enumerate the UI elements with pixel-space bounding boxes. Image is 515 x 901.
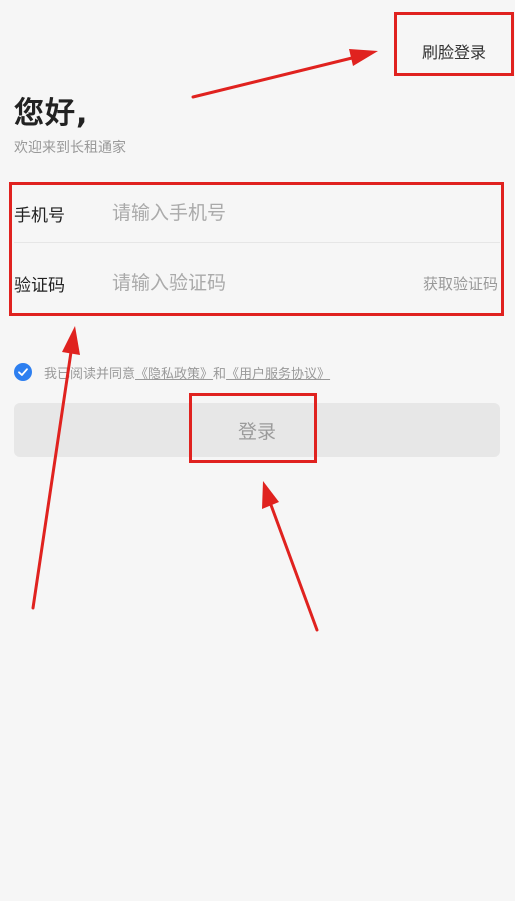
- get-code-button[interactable]: 获取验证码: [423, 273, 498, 294]
- arrow-to-login: [262, 481, 319, 632]
- arrow-to-face-login: [191, 49, 378, 99]
- login-screen: 刷脸登录 您好, 欢迎来到长租通家 手机号 验证码 获取验证码 我已阅读并同意 …: [0, 0, 515, 901]
- checkmark-icon: [18, 368, 28, 376]
- phone-row: 手机号: [14, 186, 500, 243]
- agreement-row: 我已阅读并同意 《隐私政策》 和 《用户服务协议》: [14, 362, 330, 382]
- agreement-checkbox[interactable]: [14, 363, 32, 381]
- code-label: 验证码: [14, 276, 65, 296]
- login-button[interactable]: 登录: [14, 403, 500, 457]
- service-agreement-link[interactable]: 《用户服务协议》: [226, 363, 330, 382]
- privacy-policy-link[interactable]: 《隐私政策》: [135, 363, 213, 382]
- code-input[interactable]: [112, 266, 402, 300]
- phone-label: 手机号: [14, 206, 65, 226]
- greeting-title: 您好,: [14, 96, 89, 131]
- face-login-link[interactable]: 刷脸登录: [422, 39, 486, 63]
- agreement-text: 我已阅读并同意: [44, 366, 136, 382]
- code-row: 验证码 获取验证码: [14, 256, 500, 312]
- phone-input[interactable]: [112, 196, 402, 230]
- welcome-subtitle: 欢迎来到长租通家: [14, 140, 126, 156]
- agreement-conjunction: 和: [213, 366, 227, 382]
